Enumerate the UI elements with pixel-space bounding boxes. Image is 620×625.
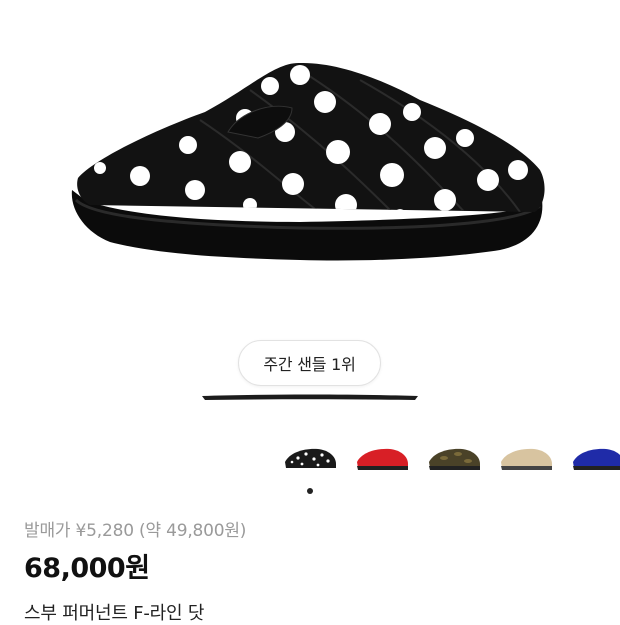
carousel-page-indicator[interactable] — [307, 488, 313, 494]
blue-slipper-thumb[interactable] — [568, 440, 620, 476]
current-price: 68,000원 — [24, 553, 150, 584]
weekly-rank-badge[interactable]: 주간 샌들 1위 — [238, 340, 381, 386]
product-image-area — [0, 0, 620, 330]
red-slipper-thumb[interactable] — [352, 440, 412, 476]
next-image-preview — [202, 394, 418, 400]
camo-slipper-thumb[interactable] — [424, 440, 484, 476]
polka-dot-slipper-image — [71, 62, 545, 261]
release-price: 발매가 ¥5,280 (약 49,800원) — [24, 521, 247, 541]
beige-slipper-thumb[interactable] — [496, 440, 556, 476]
color-options — [280, 440, 620, 476]
rank-badge-label: 주간 샌들 1위 — [263, 355, 356, 374]
product-name: 스부 퍼머넌트 F-라인 닷 — [24, 603, 205, 624]
black-polka-slipper-thumb[interactable] — [280, 440, 340, 476]
